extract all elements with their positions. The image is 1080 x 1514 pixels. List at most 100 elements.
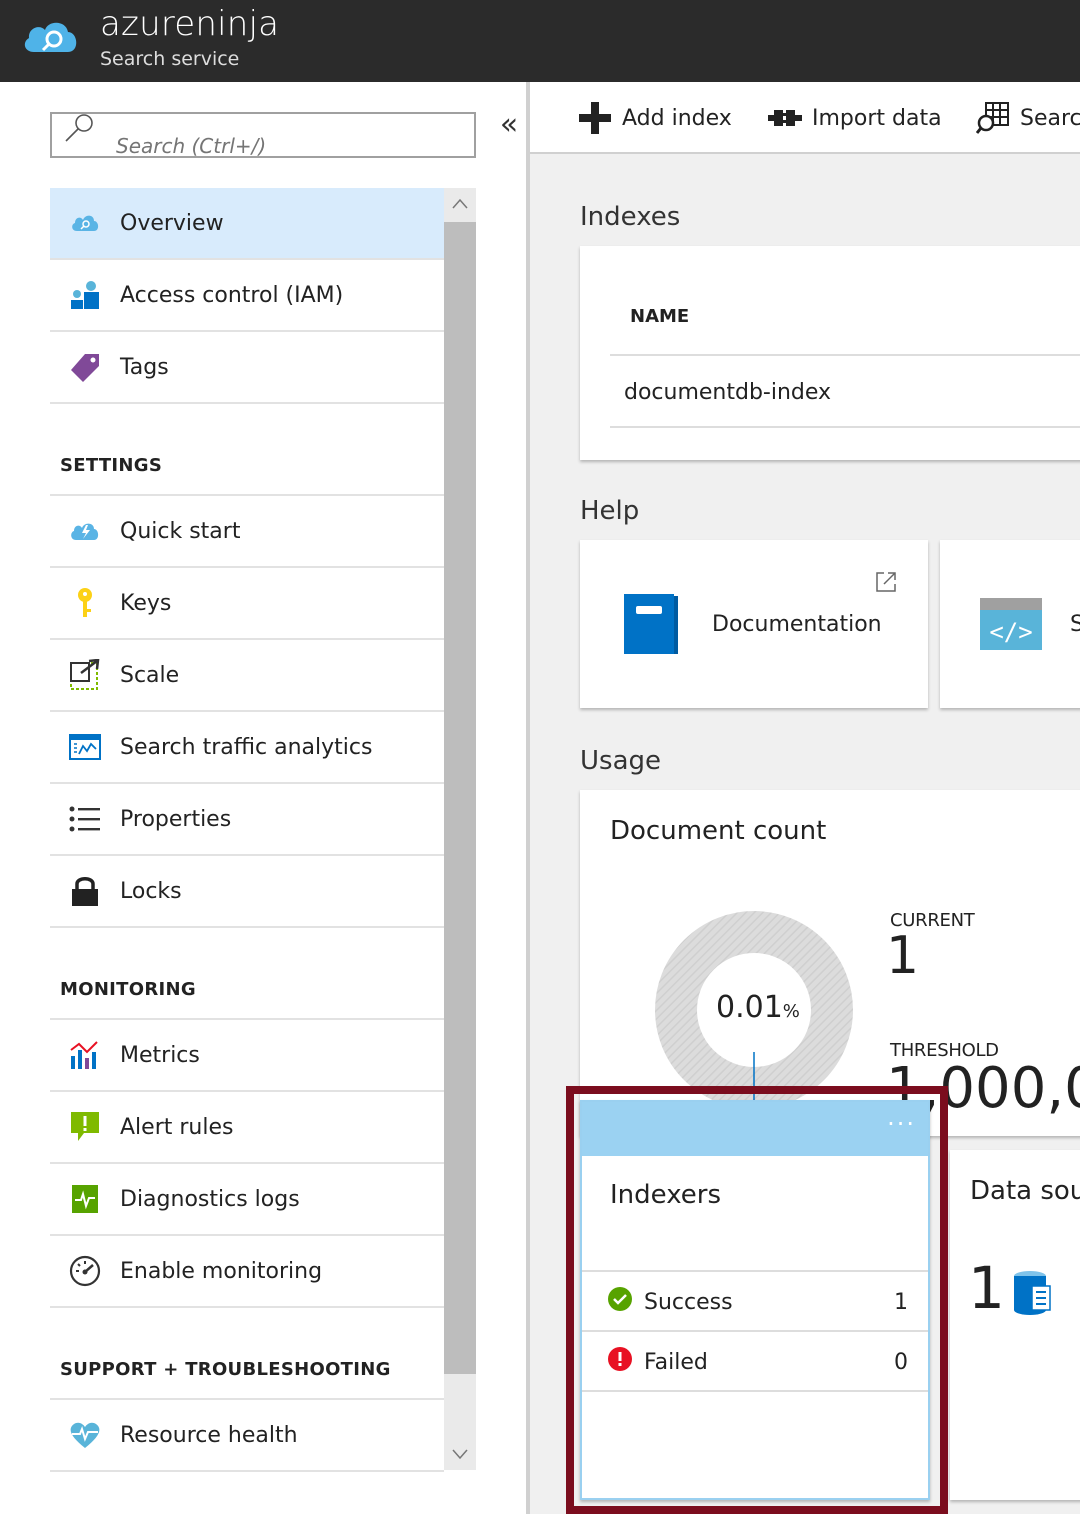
menu-item-keys[interactable]: Keys [50,568,444,640]
svg-text:</>: </> [989,618,1032,646]
indexes-card: NAME documentdb-index [580,246,1080,460]
usage-percent: 0.01% [716,990,800,1025]
top-header: azureninja Search service [0,0,1080,82]
check-circle-icon [608,1287,632,1311]
indexers-card-header: ··· [582,1102,928,1156]
scroll-thumb[interactable] [444,222,476,1374]
menu-label: Scale [120,662,180,688]
divider [610,426,1080,428]
sdk-tile[interactable]: </> S [940,540,1080,708]
menu-item-properties[interactable]: Properties [50,784,444,856]
overview-blade: Add index Import data Search explorer In… [530,82,1080,1514]
heart-pulse-icon [70,1422,100,1448]
resource-menu-blade: « Overview Access control (IAM) Tags SET… [0,82,526,1514]
usage-section-title: Usage [580,746,662,776]
gauge-icon [69,1255,101,1287]
diagnostics-icon [72,1185,98,1213]
menu-scrollbar[interactable] [444,188,476,1470]
menu-label: Search traffic analytics [120,734,373,760]
menu-label: Resource health [120,1422,298,1448]
cloud-search-icon [72,215,99,231]
document-count-title: Document count [610,816,827,846]
import-data-label: Import data [812,105,942,131]
book-icon [624,594,678,654]
scroll-down-arrow[interactable] [444,1440,476,1470]
data-sources-card[interactable]: Data sources 1 [950,1150,1080,1500]
users-icon [71,281,99,309]
menu-item-resource-health[interactable]: Resource health [50,1400,444,1472]
code-icon: </> [980,598,1042,650]
menu-search-box[interactable] [50,112,476,158]
resource-subtitle: Search service [100,48,240,70]
scroll-up-arrow[interactable] [444,188,476,218]
indexers-card[interactable]: ··· Indexers Success 1 Failed 0 [580,1100,930,1500]
divider [582,1330,928,1332]
menu-item-tags[interactable]: Tags [50,332,444,404]
monitoring-section-header: MONITORING [50,928,444,1020]
menu-item-access-control[interactable]: Access control (IAM) [50,260,444,332]
menu-item-scale[interactable]: Scale [50,640,444,712]
menu-item-alert-rules[interactable]: Alert rules [50,1092,444,1164]
column-header-name[interactable]: NAME [630,306,689,327]
menu-item-locks[interactable]: Locks [50,856,444,928]
metrics-icon [70,1041,98,1069]
menu-label: Access control (IAM) [120,282,344,308]
documentation-label: Documentation [712,612,882,637]
indexer-status-success[interactable]: Success 1 [608,1282,908,1322]
search-explorer-button[interactable]: Search explorer [976,100,1080,136]
search-icon [65,114,93,142]
list-icon [69,806,100,832]
resource-menu: Overview Access control (IAM) Tags SETTI… [50,188,444,1472]
menu-item-diagnostics-logs[interactable]: Diagnostics logs [50,1164,444,1236]
success-label: Success [644,1289,733,1315]
menu-item-overview[interactable]: Overview [50,188,444,260]
external-link-icon [876,572,896,592]
cloud-lightning-icon [71,523,99,540]
menu-label: Properties [120,806,232,832]
menu-search-input[interactable] [116,134,456,158]
command-bar: Add index Import data Search explorer [530,82,1080,154]
menu-item-enable-monitoring[interactable]: Enable monitoring [50,1236,444,1308]
section-label: SETTINGS [60,455,163,476]
menu-item-metrics[interactable]: Metrics [50,1020,444,1092]
index-row[interactable]: documentdb-index [624,380,831,405]
failed-label: Failed [644,1349,708,1375]
menu-item-quick-start[interactable]: Quick start [50,496,444,568]
collapse-menu-button[interactable]: « [496,110,522,140]
more-options-button[interactable]: ··· [887,1110,916,1138]
analytics-icon [69,734,101,760]
menu-label: Diagnostics logs [120,1186,300,1212]
menu-label: Keys [120,590,172,616]
chevron-down-icon [452,1449,468,1460]
divider [610,354,1080,356]
divider [582,1270,928,1272]
support-section-header: SUPPORT + TROUBLESHOOTING [50,1308,444,1400]
indexes-section-title: Indexes [580,202,681,232]
search-explorer-icon [976,102,1009,134]
indexers-title: Indexers [610,1180,722,1210]
search-explorer-label: Search explorer [1020,105,1080,131]
section-label: MONITORING [60,979,196,1000]
current-value: 1 [886,926,920,986]
settings-section-header: SETTINGS [50,404,444,496]
document-count-card[interactable]: Document count 0.01% CURRENT 1 THRESHOLD… [580,790,1080,1136]
indexer-status-failed[interactable]: Failed 0 [608,1342,908,1382]
menu-label: Enable monitoring [120,1258,323,1284]
alert-icon [71,1112,99,1141]
documentation-tile[interactable]: Documentation [580,540,928,708]
menu-label: Quick start [120,518,241,544]
tag-icon [71,354,99,382]
menu-label: Tags [120,354,169,380]
import-data-button[interactable]: Import data [768,100,942,136]
chevron-up-icon [452,198,468,209]
menu-label: Alert rules [120,1114,234,1140]
data-sources-count: 1 [968,1254,1005,1322]
add-index-button[interactable]: Add index [578,100,732,136]
menu-label: Locks [120,878,182,904]
menu-item-search-traffic-analytics[interactable]: Search traffic analytics [50,712,444,784]
error-circle-icon [608,1347,632,1371]
help-section-title: Help [580,496,640,526]
lock-icon [72,877,98,906]
database-icon [1014,1271,1051,1315]
resource-title: azureninja [100,4,280,44]
